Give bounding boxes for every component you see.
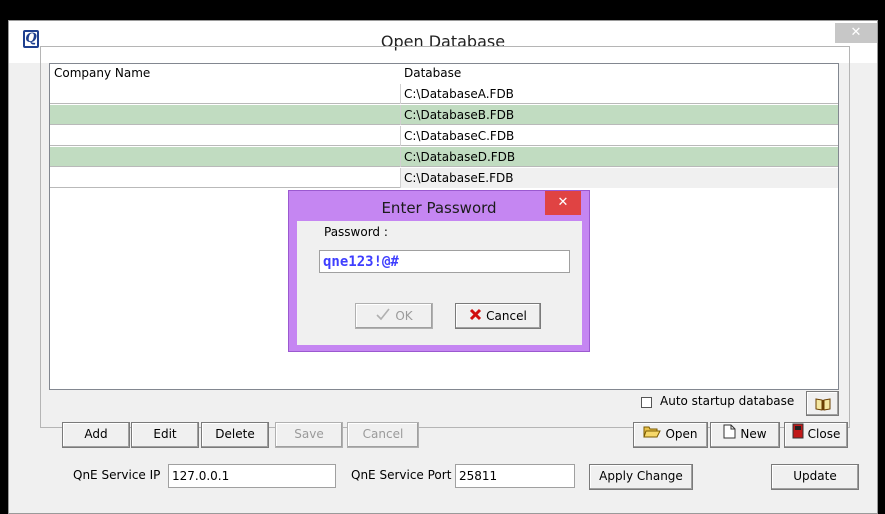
dialog-body: Password : OK Cancel bbox=[297, 221, 582, 345]
auto-startup-label: Auto startup database bbox=[660, 394, 795, 408]
update-button[interactable]: Update bbox=[771, 464, 859, 490]
ok-button[interactable]: OK bbox=[355, 303, 433, 329]
cancel-label: Cancel bbox=[486, 309, 527, 323]
service-ip-input[interactable] bbox=[168, 464, 336, 488]
column-header-database[interactable]: Database bbox=[400, 64, 838, 83]
table-row[interactable]: C:\DatabaseA.FDB bbox=[50, 84, 838, 104]
ok-label: OK bbox=[395, 309, 413, 323]
add-button[interactable]: Add bbox=[62, 422, 130, 448]
service-port-input[interactable] bbox=[455, 464, 575, 488]
edit-button[interactable]: Edit bbox=[131, 422, 199, 448]
password-input[interactable] bbox=[319, 250, 570, 273]
exit-door-icon bbox=[792, 423, 804, 446]
cancel-edit-button[interactable]: Cancel bbox=[347, 422, 419, 448]
dialog-close-button[interactable]: ✕ bbox=[545, 191, 581, 215]
database-path-cell: C:\DatabaseB.FDB bbox=[400, 105, 838, 125]
save-button[interactable]: Save bbox=[275, 422, 343, 448]
cancel-button[interactable]: Cancel bbox=[455, 303, 541, 329]
new-label: New bbox=[740, 427, 767, 441]
book-icon bbox=[814, 398, 832, 415]
check-icon bbox=[375, 305, 391, 329]
table-row[interactable]: C:\DatabaseB.FDB bbox=[50, 105, 838, 125]
enter-password-dialog: Enter Password ✕ Password : OK Cancel bbox=[288, 190, 590, 352]
close-button[interactable]: Close bbox=[784, 422, 848, 448]
auto-startup-checkbox[interactable] bbox=[641, 397, 652, 408]
database-path-cell: C:\DatabaseA.FDB bbox=[400, 84, 838, 104]
table-row[interactable]: C:\DatabaseD.FDB bbox=[50, 147, 838, 167]
open-button[interactable]: Open bbox=[633, 422, 708, 448]
red-x-icon bbox=[469, 305, 482, 329]
database-path-cell: C:\DatabaseC.FDB bbox=[400, 126, 838, 146]
password-label: Password : bbox=[324, 225, 388, 239]
open-label: Open bbox=[665, 427, 698, 441]
delete-button[interactable]: Delete bbox=[201, 422, 269, 448]
window-close-button[interactable]: ✕ bbox=[835, 23, 877, 43]
database-path-cell: C:\DatabaseD.FDB bbox=[400, 147, 838, 167]
browse-button[interactable] bbox=[806, 391, 839, 416]
dialog-title: Enter Password bbox=[381, 199, 497, 217]
database-path-cell: C:\DatabaseE.FDB bbox=[400, 168, 838, 188]
qne-logo-icon: Q bbox=[23, 30, 39, 48]
close-label: Close bbox=[807, 427, 841, 441]
new-document-icon bbox=[723, 424, 736, 446]
service-ip-label: QnE Service IP bbox=[73, 468, 161, 482]
column-header-company-name[interactable]: Company Name bbox=[50, 64, 400, 83]
new-button[interactable]: New bbox=[710, 422, 780, 448]
service-port-label: QnE Service Port bbox=[351, 468, 452, 482]
table-row[interactable]: C:\DatabaseC.FDB bbox=[50, 126, 838, 146]
table-row[interactable]: C:\DatabaseE.FDB bbox=[50, 168, 838, 188]
folder-open-icon bbox=[643, 424, 662, 446]
apply-change-button[interactable]: Apply Change bbox=[589, 464, 693, 490]
